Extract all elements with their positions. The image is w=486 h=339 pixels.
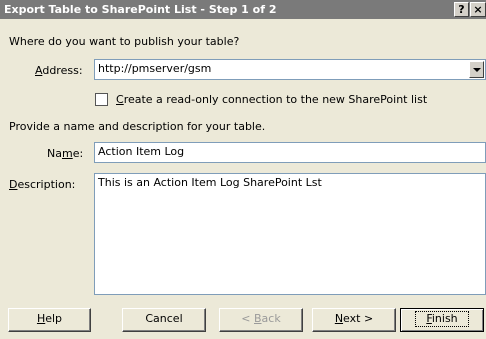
cancel-button[interactable]: Cancel bbox=[122, 308, 206, 332]
readonly-checkbox[interactable] bbox=[95, 93, 108, 106]
name-label: Name: bbox=[47, 147, 84, 160]
dialog-title: Export Table to SharePoint List - Step 1… bbox=[4, 3, 277, 16]
chevron-down-icon[interactable] bbox=[469, 61, 484, 78]
address-combobox[interactable]: http://pmserver/gsm bbox=[94, 59, 486, 80]
description-value: This is an Action Item Log SharePoint Ls… bbox=[98, 176, 322, 189]
title-bar[interactable]: Export Table to SharePoint List - Step 1… bbox=[0, 0, 486, 19]
address-value: http://pmserver/gsm bbox=[98, 62, 212, 75]
details-instruction: Provide a name and description for your … bbox=[9, 120, 266, 133]
name-input[interactable]: Action Item Log bbox=[94, 142, 486, 163]
description-textarea[interactable]: This is an Action Item Log SharePoint Ls… bbox=[94, 173, 486, 295]
finish-button[interactable]: Finish bbox=[400, 308, 484, 332]
help-button[interactable]: Help bbox=[8, 308, 91, 332]
back-button[interactable]: < Back bbox=[219, 308, 303, 332]
description-label: Description: bbox=[9, 178, 76, 191]
publish-question: Where do you want to publish your table? bbox=[9, 35, 240, 48]
export-dialog: Export Table to SharePoint List - Step 1… bbox=[0, 0, 486, 339]
close-icon[interactable]: × bbox=[470, 2, 486, 17]
name-value: Action Item Log bbox=[98, 145, 185, 158]
address-label: Address: bbox=[35, 64, 83, 77]
help-icon[interactable]: ? bbox=[454, 2, 469, 17]
readonly-checkbox-label[interactable]: Create a read-only connection to the new… bbox=[116, 93, 427, 106]
next-button[interactable]: Next > bbox=[312, 308, 396, 332]
